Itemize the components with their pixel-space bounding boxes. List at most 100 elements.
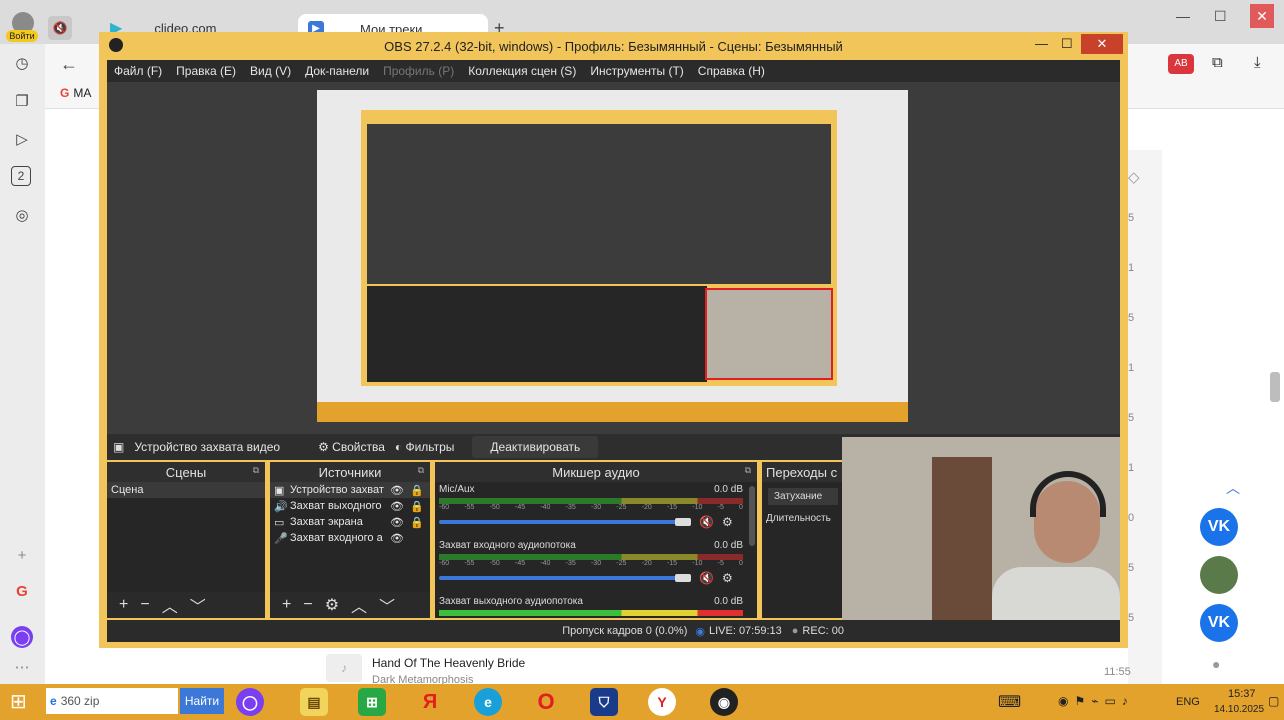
obs-taskbar-icon[interactable]: ◉ xyxy=(710,688,738,716)
mute-icon[interactable]: 🔇 xyxy=(699,515,714,529)
remove-icon[interactable]: − xyxy=(303,596,312,614)
search-button[interactable]: Найти xyxy=(180,688,224,714)
mute-icon[interactable]: 🔇 xyxy=(699,571,714,585)
obs-preview[interactable] xyxy=(107,82,1120,434)
vk-avatar[interactable] xyxy=(1200,556,1238,594)
search-box[interactable]: e 360 zip xyxy=(46,688,178,714)
move-up-icon[interactable]: ︿ xyxy=(351,593,367,617)
history-icon[interactable]: ◷ xyxy=(11,52,33,74)
gear-icon[interactable]: ⚙ xyxy=(722,515,733,529)
deactivate-button[interactable]: Деактивировать xyxy=(472,436,599,458)
vk-icon[interactable]: VK xyxy=(1200,604,1238,642)
menu-docks[interactable]: Док-панели xyxy=(305,64,369,78)
menu-view[interactable]: Вид (V) xyxy=(250,64,291,78)
move-down-icon[interactable]: ﹀ xyxy=(379,593,395,617)
volume-slider[interactable] xyxy=(439,520,679,524)
media-icon[interactable]: ▷ xyxy=(11,128,33,150)
menu-help[interactable]: Справка (H) xyxy=(698,64,765,78)
clock-time[interactable]: 15:37 xyxy=(1228,688,1256,700)
mixer-dock: Микшер аудио ⧉ Mic/Aux 0.0 dB -60 -55 -50 -45… xyxy=(435,462,757,618)
lock-icon[interactable]: 🔒 xyxy=(410,484,424,497)
gear-icon[interactable]: ⚙ xyxy=(722,571,733,585)
mixer-scrollbar[interactable] xyxy=(749,486,755,546)
share-icon[interactable]: ◇ xyxy=(1128,168,1140,186)
obs-close-icon[interactable]: ✕ xyxy=(1081,34,1123,54)
eye-icon[interactable]: 👁 xyxy=(390,532,404,545)
keyboard-icon[interactable]: ⌨ xyxy=(998,692,1021,712)
alice-taskbar-icon[interactable]: ◯ xyxy=(236,688,264,716)
window-min-icon[interactable]: — xyxy=(1176,8,1190,24)
scene-item[interactable]: Сцена xyxy=(107,482,265,498)
filters-button[interactable]: ◐ Фильтры xyxy=(395,440,455,454)
add-icon[interactable]: + xyxy=(119,596,128,614)
download-icon[interactable]: ⤓ xyxy=(1254,54,1261,71)
more-icon[interactable]: ⋯ xyxy=(11,656,33,678)
side-number: 0 xyxy=(1128,512,1135,524)
slider-handle[interactable] xyxy=(675,518,691,526)
door-frame xyxy=(932,457,992,641)
vk-icon[interactable]: VK xyxy=(1200,508,1238,546)
move-down-icon[interactable]: ﹀ xyxy=(190,593,206,617)
dock-float-icon[interactable]: ⧉ xyxy=(253,465,259,476)
yandex-browser-icon[interactable]: Y xyxy=(648,688,676,716)
move-up-icon[interactable]: ︿ xyxy=(162,593,178,617)
slider-handle[interactable] xyxy=(675,574,691,582)
menu-file[interactable]: Файл (F) xyxy=(114,64,162,78)
tray-icons[interactable]: ◉⚑⌁▭♪ xyxy=(1058,694,1134,708)
lock-icon[interactable]: 🔒 xyxy=(410,500,424,513)
file-explorer-icon[interactable]: ▤ xyxy=(300,688,328,716)
source-item[interactable]: 🎤 Захват входного а 👁 xyxy=(270,530,430,546)
remove-icon[interactable]: − xyxy=(140,596,149,614)
shield-icon[interactable]: ⛉ xyxy=(590,688,618,716)
chat-icon[interactable]: ● xyxy=(1212,656,1220,672)
sidebar-badge[interactable]: 2 xyxy=(11,166,31,186)
eye-icon[interactable]: 👁 xyxy=(390,516,404,529)
add-panel-icon[interactable]: + xyxy=(11,544,33,566)
back-icon[interactable]: ← xyxy=(60,54,78,75)
google-icon[interactable]: G xyxy=(11,580,33,602)
alice-icon[interactable]: ◯ xyxy=(11,626,33,648)
track-title[interactable]: Hand Of The Heavenly Bride xyxy=(372,656,525,670)
source-item[interactable]: 🔊 Захват выходного 👁 🔒 xyxy=(270,498,430,514)
lock-icon[interactable]: 🔒 xyxy=(410,516,424,529)
opera-icon[interactable]: O xyxy=(532,688,560,716)
meter-scale: -60 -55 -50 -45 -40 -35 -30 -25 -20 -15 -10 -5 0 xyxy=(439,560,743,567)
yandex-icon[interactable]: Я xyxy=(416,688,444,716)
menu-edit[interactable]: Правка (E) xyxy=(176,64,236,78)
store-icon[interactable]: ⊞ xyxy=(358,688,386,716)
sources-controls: + − ⚙ ︿ ﹀ xyxy=(270,592,430,618)
window-close-icon[interactable]: ✕ xyxy=(1250,4,1274,28)
properties-button[interactable]: ⚙ Свойства xyxy=(318,440,385,454)
clock-date[interactable]: 14.10.2025 xyxy=(1214,704,1264,715)
bookmark-item[interactable]: G MA xyxy=(60,86,91,100)
source-item[interactable]: ▣ Устройство захват 👁 🔒 xyxy=(270,482,430,498)
obs-min-icon[interactable]: — xyxy=(1035,36,1048,51)
transition-select[interactable]: Затухание xyxy=(768,488,838,505)
scrollbar-thumb[interactable] xyxy=(1270,372,1280,402)
dock-float-icon[interactable]: ⧉ xyxy=(418,465,424,476)
collections-icon[interactable]: ❐ xyxy=(11,90,33,112)
volume-slider[interactable] xyxy=(439,576,679,580)
collapse-icon[interactable]: ︿ xyxy=(1226,478,1240,498)
gear-icon[interactable]: ⚙ xyxy=(325,595,339,615)
eye-icon[interactable]: 👁 xyxy=(390,500,404,513)
login-badge[interactable]: Войти xyxy=(6,30,38,42)
mute-tab-icon[interactable]: 🔇 xyxy=(48,16,72,40)
start-icon[interactable]: ⊞ xyxy=(10,690,34,714)
dock-float-icon[interactable]: ⧉ xyxy=(745,465,751,476)
source-item[interactable]: ▭ Захват экрана 👁 🔒 xyxy=(270,514,430,530)
menu-scene-collection[interactable]: Коллекция сцен (S) xyxy=(468,64,576,78)
notifications-icon[interactable]: ▢ xyxy=(1268,694,1279,708)
extension-badge-icon[interactable]: AB xyxy=(1168,54,1194,74)
track-cover-icon[interactable]: ♪ xyxy=(326,654,362,682)
screenshot-icon[interactable]: ◎ xyxy=(11,204,33,226)
menu-tools[interactable]: Инструменты (T) xyxy=(590,64,683,78)
obs-max-icon[interactable]: ☐ xyxy=(1061,36,1073,52)
window-max-icon[interactable]: ☐ xyxy=(1214,8,1227,25)
reader-icon[interactable]: ⧉ xyxy=(1212,54,1223,71)
edge-icon[interactable]: e xyxy=(474,688,502,716)
add-icon[interactable]: + xyxy=(282,596,291,614)
eye-icon[interactable]: 👁 xyxy=(390,484,404,497)
transitions-dock: Переходы с Затухание Длительность xyxy=(762,462,842,618)
language-indicator[interactable]: ENG xyxy=(1176,696,1200,708)
